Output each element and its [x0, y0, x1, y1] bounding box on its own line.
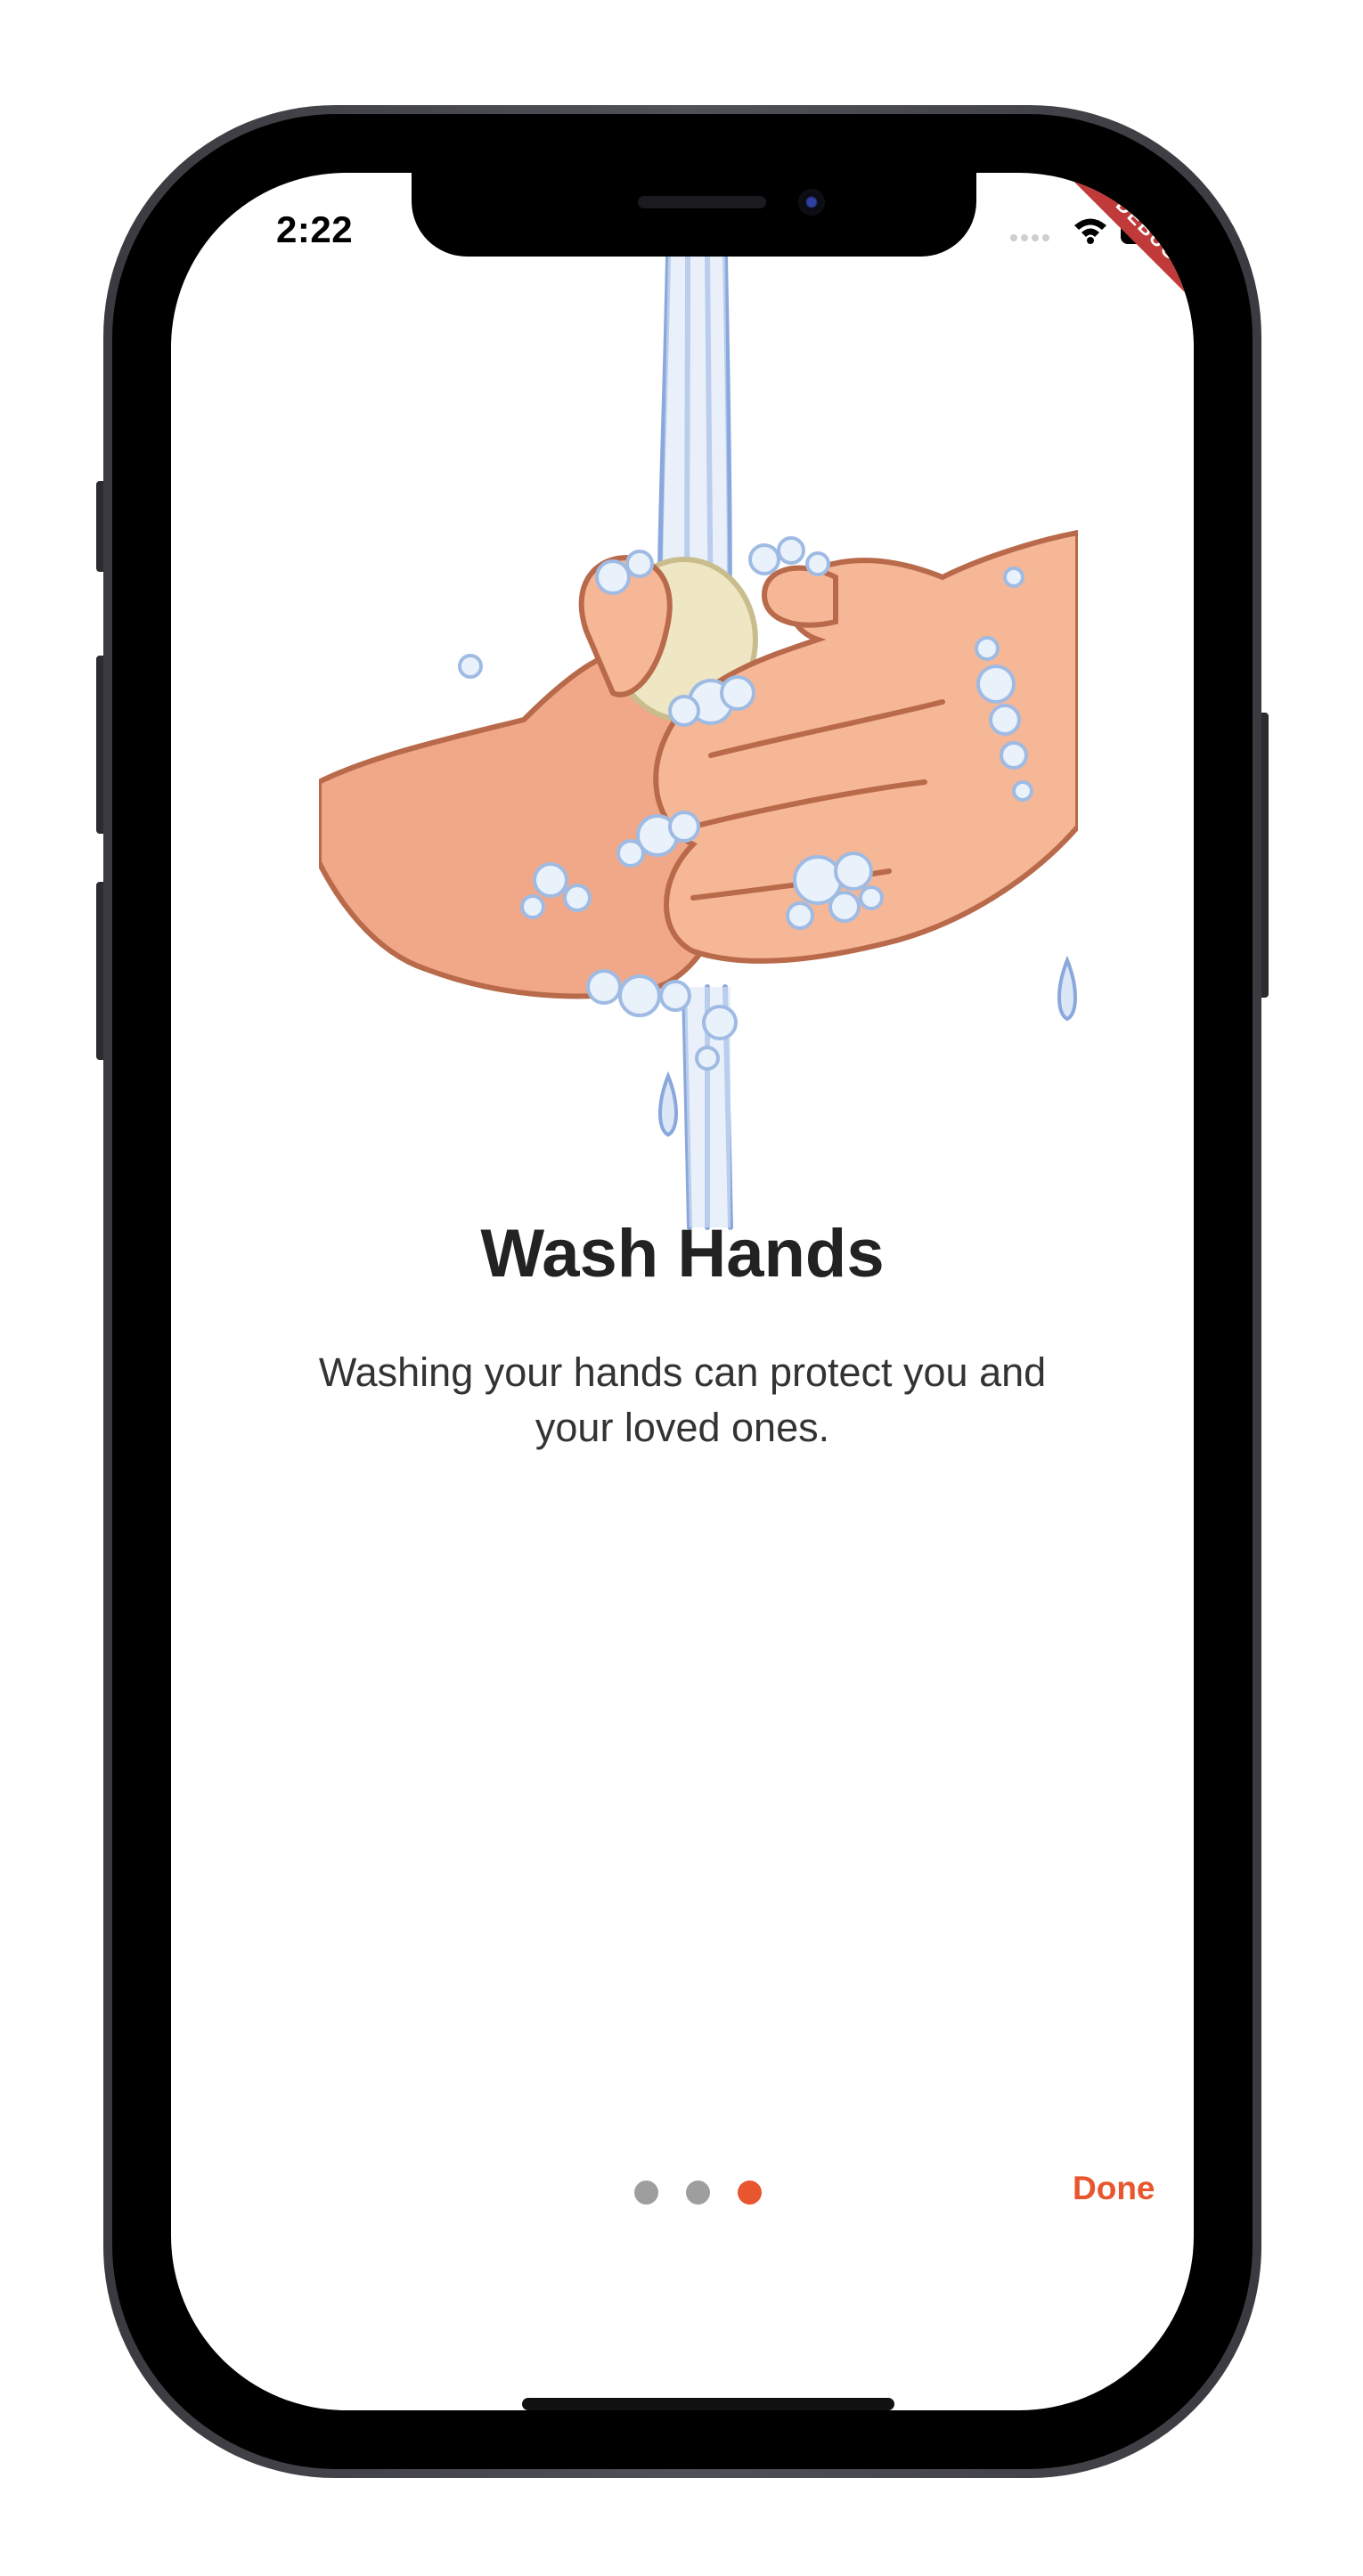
device-notch: [412, 173, 976, 257]
page-dot-2[interactable]: [686, 2181, 710, 2205]
home-indicator[interactable]: [522, 2398, 894, 2410]
front-camera: [798, 189, 825, 216]
app-screen: 2:22 DEBUG Wash Hands Washing your hands…: [171, 173, 1194, 2410]
page-dot-1[interactable]: [634, 2181, 658, 2205]
onboarding-description: Washing your hands can protect you and y…: [318, 1349, 1047, 1450]
phone-frame: 2:22 DEBUG Wash Hands Washing your hands…: [103, 105, 1261, 2478]
done-button[interactable]: Done: [1064, 2163, 1164, 2214]
page-indicator: [634, 2181, 777, 2207]
wifi-icon: [1074, 218, 1106, 244]
hands-washing-with-soap-illustration-icon: [319, 257, 1078, 1230]
phone-bezel: 2:22 DEBUG Wash Hands Washing your hands…: [112, 114, 1253, 2469]
status-time: 2:22: [276, 208, 354, 250]
page-dot-3[interactable]: [738, 2181, 762, 2205]
onboarding-title: Wash Hands: [480, 1216, 885, 1292]
earpiece-speaker: [638, 196, 766, 208]
cellular-signal-icon: [1010, 230, 1060, 241]
